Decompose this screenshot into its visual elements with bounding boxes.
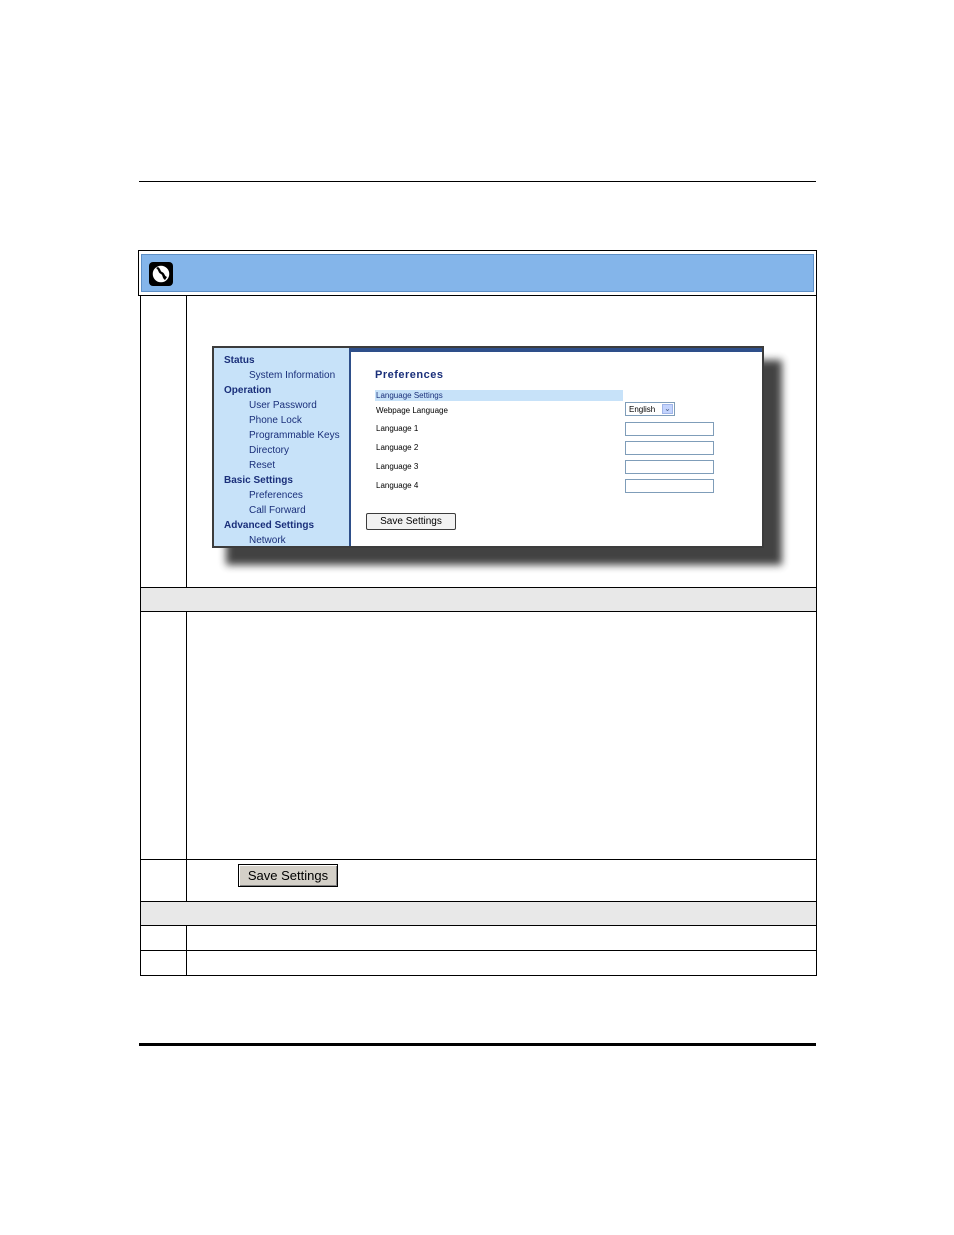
language-1-input[interactable] bbox=[625, 422, 714, 436]
nav-item-network[interactable]: Network bbox=[249, 535, 286, 546]
nav-item-preferences[interactable]: Preferences bbox=[249, 490, 303, 501]
nav-section-basic-settings[interactable]: Basic Settings bbox=[224, 475, 293, 486]
language-1-label: Language 1 bbox=[376, 424, 419, 433]
language-2-label: Language 2 bbox=[376, 443, 419, 452]
nav-section-status[interactable]: Status bbox=[224, 355, 255, 366]
nav-item-call-forward[interactable]: Call Forward bbox=[249, 505, 306, 516]
nav-item-system-information[interactable]: System Information bbox=[249, 370, 335, 381]
procedure-header bbox=[138, 250, 817, 296]
web-ui-banner bbox=[141, 254, 814, 292]
nav-item-directory[interactable]: Directory bbox=[249, 445, 289, 456]
step-row-fields bbox=[141, 612, 816, 860]
globe-icon bbox=[149, 262, 173, 286]
language-3-label: Language 3 bbox=[376, 462, 419, 471]
header-rule bbox=[139, 181, 816, 182]
step-row bbox=[141, 951, 816, 975]
save-settings-button-image[interactable]: Save Settings bbox=[238, 864, 338, 887]
step-row bbox=[141, 926, 816, 951]
embedded-screenshot: Status System Information Operation User… bbox=[212, 346, 764, 548]
language-2-input[interactable] bbox=[625, 441, 714, 455]
section-divider bbox=[141, 588, 816, 612]
sidebar-nav: Status System Information Operation User… bbox=[214, 348, 351, 546]
webpage-language-label: Webpage Language bbox=[376, 406, 448, 415]
chevron-down-icon[interactable]: ⌄ bbox=[662, 404, 673, 414]
footer-rule bbox=[139, 1043, 816, 1046]
section-divider bbox=[141, 902, 816, 926]
preferences-panel: Preferences Language Settings Webpage La… bbox=[351, 352, 762, 546]
nav-section-advanced-settings[interactable]: Advanced Settings bbox=[224, 520, 314, 531]
nav-item-user-password[interactable]: User Password bbox=[249, 400, 317, 411]
page-title: Preferences bbox=[375, 369, 444, 381]
nav-item-programmable-keys[interactable]: Programmable Keys bbox=[249, 430, 340, 441]
language-3-input[interactable] bbox=[625, 460, 714, 474]
webpage-language-select[interactable]: English ⌄ bbox=[625, 402, 675, 416]
nav-section-operation[interactable]: Operation bbox=[224, 385, 271, 396]
language-4-label: Language 4 bbox=[376, 481, 419, 490]
save-settings-button[interactable]: Save Settings bbox=[366, 513, 456, 530]
section-header: Language Settings bbox=[375, 390, 623, 401]
language-4-input[interactable] bbox=[625, 479, 714, 493]
nav-item-reset[interactable]: Reset bbox=[249, 460, 275, 471]
nav-item-phone-lock[interactable]: Phone Lock bbox=[249, 415, 302, 426]
